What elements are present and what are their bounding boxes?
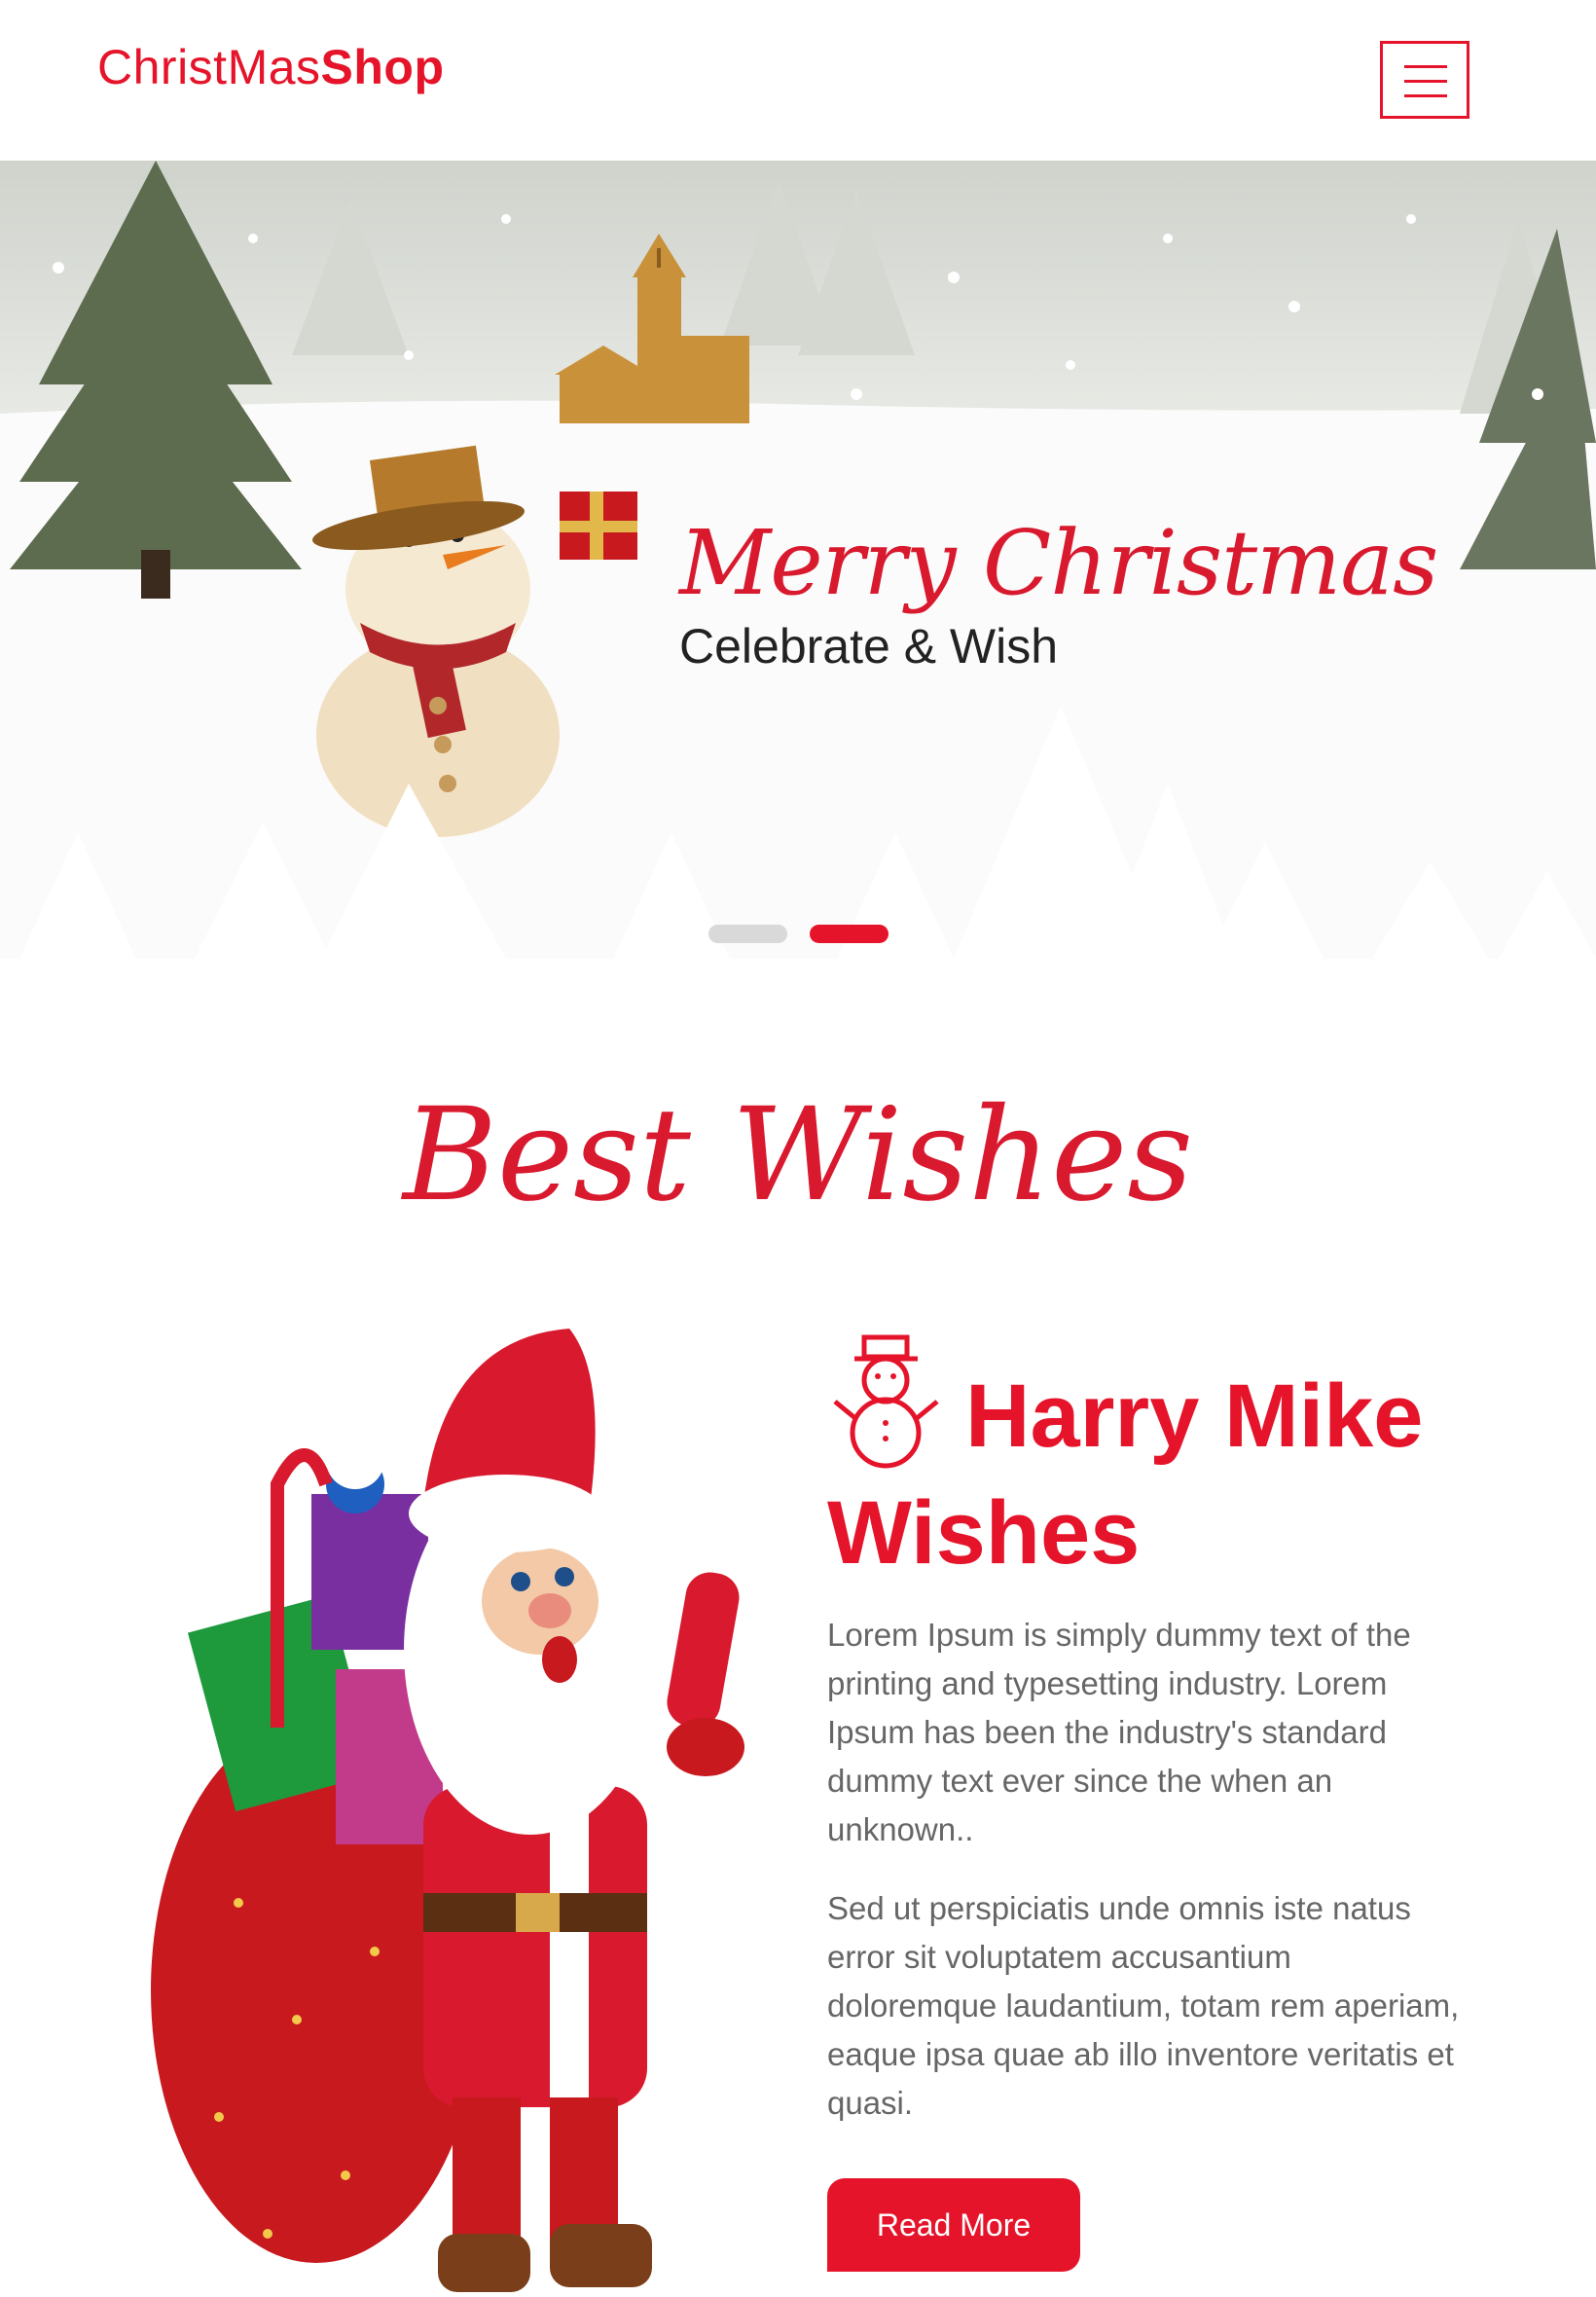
read-more-button[interactable]: Read More xyxy=(827,2178,1080,2272)
site-header: ChristMasShop xyxy=(0,0,1596,161)
hero-subtitle: Celebrate & Wish xyxy=(679,619,1059,674)
brand-logo[interactable]: ChristMasShop xyxy=(97,39,445,95)
wish-heading: Harry Mike Wishes xyxy=(827,1358,1489,1591)
hero-title: Merry Christmas xyxy=(679,511,1438,615)
carousel-indicators xyxy=(0,925,1596,944)
santa-claus-illustration xyxy=(151,1329,744,2292)
logo-regular-text: ChristMas xyxy=(97,40,321,94)
logo-bold-text: Shop xyxy=(320,40,445,94)
carousel-dot-1[interactable] xyxy=(708,925,787,943)
detail-paragraph: Sed ut perspiciatis unde omnis iste natu… xyxy=(827,1890,1460,2121)
hero-banner: Merry Christmas Celebrate & Wish xyxy=(0,161,1596,959)
menu-button[interactable] xyxy=(1380,41,1469,119)
intro-paragraph: Lorem Ipsum is simply dummy text of the … xyxy=(827,1617,1411,1847)
wish-heading-text: Harry Mike Wishes xyxy=(827,1367,1424,1583)
section-title: Best Wishes xyxy=(402,1080,1194,1230)
carousel-dot-2[interactable] xyxy=(810,925,889,943)
hamburger-icon xyxy=(1404,65,1447,68)
